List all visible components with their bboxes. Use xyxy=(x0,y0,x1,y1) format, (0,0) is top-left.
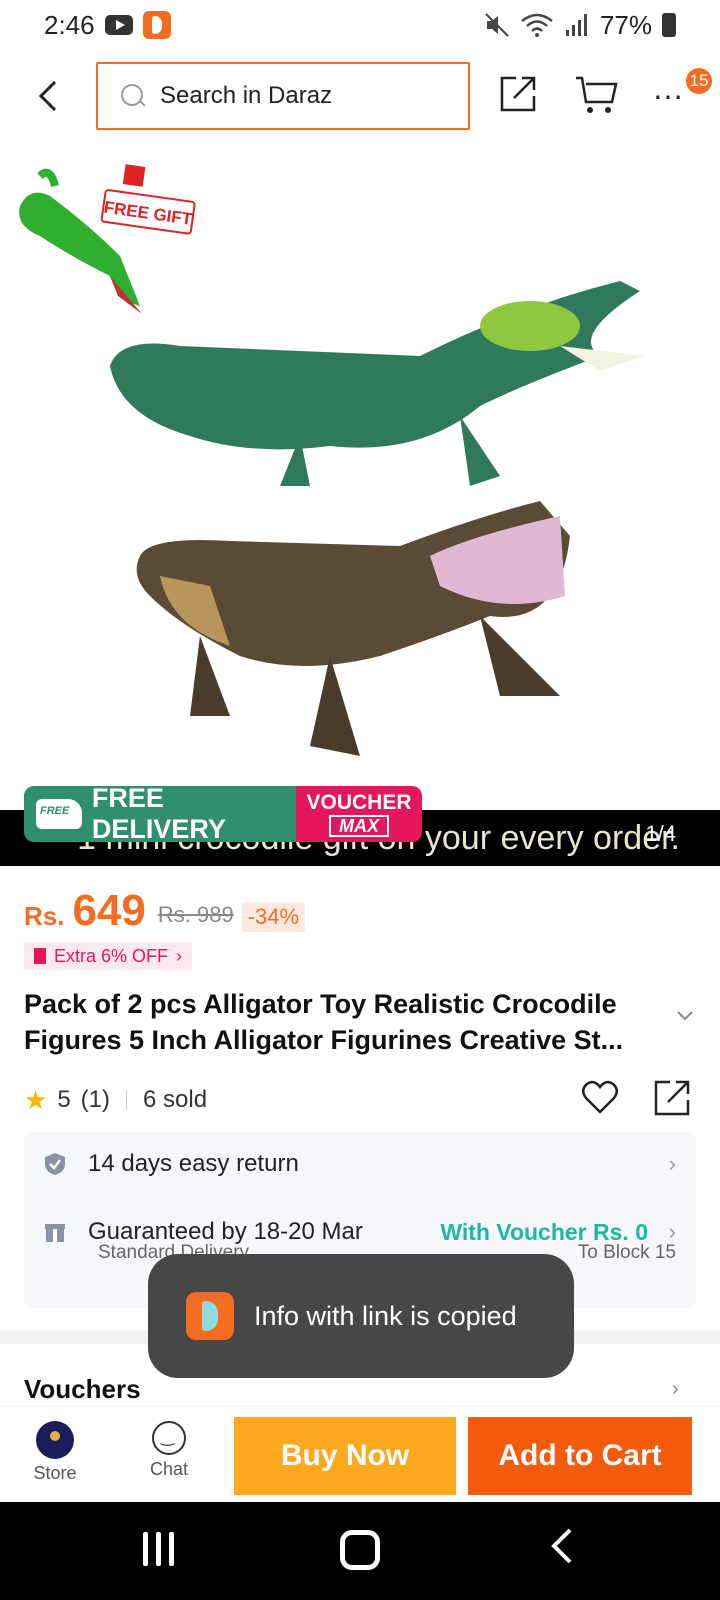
mute-icon xyxy=(485,13,509,37)
add-to-cart-button[interactable]: Add to Cart xyxy=(468,1417,692,1495)
heart-icon[interactable] xyxy=(580,1078,620,1118)
daraz-notification-icon xyxy=(142,11,171,39)
notification-badge: 15 xyxy=(686,68,712,94)
page-indicator: 1/4 xyxy=(645,821,676,846)
bottom-action-bar: Store Chat Buy Now Add to Cart xyxy=(0,1406,720,1502)
share-icon[interactable] xyxy=(496,72,540,116)
share-icon[interactable] xyxy=(652,1078,692,1118)
product-image: FREE GIFT xyxy=(19,164,645,756)
extra-off-label: Extra 6% OFF xyxy=(54,945,169,966)
daraz-logo-icon xyxy=(186,1292,234,1340)
chevron-down-icon xyxy=(677,1011,693,1021)
vouchers-title[interactable]: Vouchers xyxy=(24,1374,141,1405)
brown-alligator-image xyxy=(136,501,570,756)
status-bar: 2:46 77% xyxy=(0,0,720,50)
star-icon: ★ xyxy=(24,1084,48,1115)
search-placeholder: Search in Daraz xyxy=(160,82,333,109)
easy-return-label: 14 days easy return xyxy=(88,1150,299,1177)
green-alligator-image xyxy=(110,281,645,486)
expand-title-button[interactable] xyxy=(676,1006,696,1026)
status-right: 77% xyxy=(484,10,676,41)
rating-value: 5 xyxy=(57,1086,71,1113)
price-row: Rs. 649 Rs. 989 -34% xyxy=(24,886,306,936)
search-input[interactable]: Search in Daraz xyxy=(96,62,470,130)
store-button[interactable]: Store xyxy=(20,1421,90,1484)
status-time: 2:46 xyxy=(44,9,95,40)
rating-count: (1) xyxy=(80,1086,111,1113)
free-gift-badge: FREE GIFT xyxy=(100,164,196,235)
search-icon xyxy=(120,83,146,109)
home-button[interactable] xyxy=(340,1530,380,1570)
chevron-left-icon xyxy=(551,1528,572,1564)
max-label: MAX xyxy=(329,814,389,837)
back-button[interactable] xyxy=(28,72,68,120)
extra-off-badge[interactable]: Extra 6% OFF › xyxy=(24,942,193,970)
battery-percent: 77% xyxy=(599,9,652,40)
youtube-notification-icon xyxy=(104,15,133,35)
free-delivery-label: FREE DELIVERY xyxy=(91,786,226,842)
divider xyxy=(126,1090,128,1110)
recent-apps-button[interactable] xyxy=(140,1532,176,1568)
store-label: Store xyxy=(33,1463,77,1483)
toast-message: Info with link is copied xyxy=(254,1300,517,1331)
product-image-carousel[interactable]: FREE GIFT xyxy=(0,156,720,866)
buy-now-button[interactable]: Buy Now xyxy=(234,1417,456,1495)
easy-return-row[interactable]: 14 days easy return › xyxy=(44,1134,676,1194)
voucher-label: VOUCHER xyxy=(306,790,412,814)
truck-icon: FREE xyxy=(36,799,82,829)
chat-icon xyxy=(152,1421,186,1455)
sold-count: 6 sold xyxy=(143,1086,208,1113)
shield-check-icon xyxy=(45,1153,65,1175)
battery-icon xyxy=(662,13,676,37)
delivery-destination-label: To Block 15 xyxy=(577,1242,676,1263)
chevron-right-icon: › xyxy=(176,945,183,966)
free-delivery-section: FREE FREE DELIVERY xyxy=(24,786,296,842)
truck-free-label: FREE xyxy=(40,805,70,817)
original-price: Rs. 989 xyxy=(157,902,234,927)
free-delivery-banner: FREE FREE DELIVERY VOUCHER MAX xyxy=(24,786,422,842)
gift-box-icon xyxy=(45,1224,65,1242)
product-title: Pack of 2 pcs Alligator Toy Realistic Cr… xyxy=(24,989,624,1055)
top-bar: Search in Daraz … 15 xyxy=(0,58,720,134)
wifi-icon xyxy=(521,13,553,37)
discount-badge: -34% xyxy=(241,902,306,932)
signal-icon xyxy=(565,14,587,36)
chat-button[interactable]: Chat xyxy=(134,1421,204,1480)
nav-back-button[interactable] xyxy=(548,1526,574,1577)
chevron-right-icon: › xyxy=(668,1151,676,1176)
cart-icon[interactable] xyxy=(574,72,620,118)
chevron-right-icon[interactable]: › xyxy=(672,1378,679,1401)
copied-toast: Info with link is copied xyxy=(148,1254,574,1378)
chevron-left-icon xyxy=(38,80,57,112)
system-nav-bar xyxy=(0,1502,720,1600)
status-left: 2:46 xyxy=(44,10,171,41)
rating-row[interactable]: ★ 5 (1) 6 sold xyxy=(24,1080,207,1120)
chat-label: Chat xyxy=(149,1459,189,1479)
store-logo-icon xyxy=(36,1421,74,1459)
price-value: 649 xyxy=(72,886,146,935)
price-currency: Rs. xyxy=(24,901,65,931)
coupon-icon xyxy=(34,948,46,964)
voucher-max-section: VOUCHER MAX xyxy=(296,786,422,842)
